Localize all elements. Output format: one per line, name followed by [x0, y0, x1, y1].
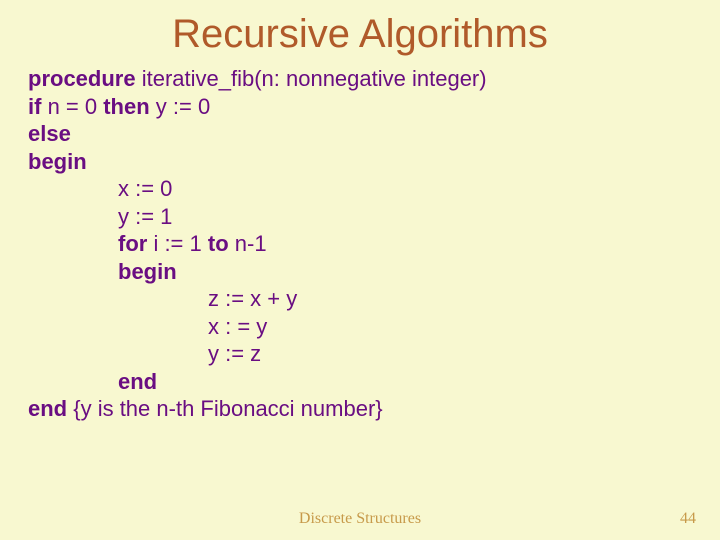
slide-title: Recursive Algorithms	[0, 0, 720, 57]
kw-procedure: procedure	[28, 66, 136, 91]
code-line-5: x := 0	[28, 175, 692, 203]
kw-then: then	[103, 94, 149, 119]
code-line-3: else	[28, 120, 692, 148]
code-line-11: y := z	[28, 340, 692, 368]
kw-end: end	[28, 396, 67, 421]
kw-for: for	[118, 231, 147, 256]
text: n-1	[229, 231, 267, 256]
code-line-9: z := x + y	[28, 285, 692, 313]
text: y := 0	[150, 94, 211, 119]
text: iterative_fib(n: nonnegative integer)	[136, 66, 487, 91]
code-line-7: for i := 1 to n-1	[28, 230, 692, 258]
code-line-8: begin	[28, 258, 692, 286]
code-line-10: x : = y	[28, 313, 692, 341]
code-line-6: y := 1	[28, 203, 692, 231]
code-line-12: end	[28, 368, 692, 396]
code-line-13: end {y is the n-th Fibonacci number}	[28, 395, 692, 423]
slide: Recursive Algorithms procedure iterative…	[0, 0, 720, 540]
text: n = 0	[41, 94, 103, 119]
text: {y is the n-th Fibonacci number}	[67, 396, 383, 421]
code-block: procedure iterative_fib(n: nonnegative i…	[0, 57, 720, 423]
kw-to: to	[208, 231, 229, 256]
page-number: 44	[680, 510, 696, 528]
code-line-4: begin	[28, 148, 692, 176]
code-line-1: procedure iterative_fib(n: nonnegative i…	[28, 65, 692, 93]
text: i := 1	[147, 231, 208, 256]
code-line-2: if n = 0 then y := 0	[28, 93, 692, 121]
kw-if: if	[28, 94, 41, 119]
footer-title: Discrete Structures	[0, 510, 720, 528]
